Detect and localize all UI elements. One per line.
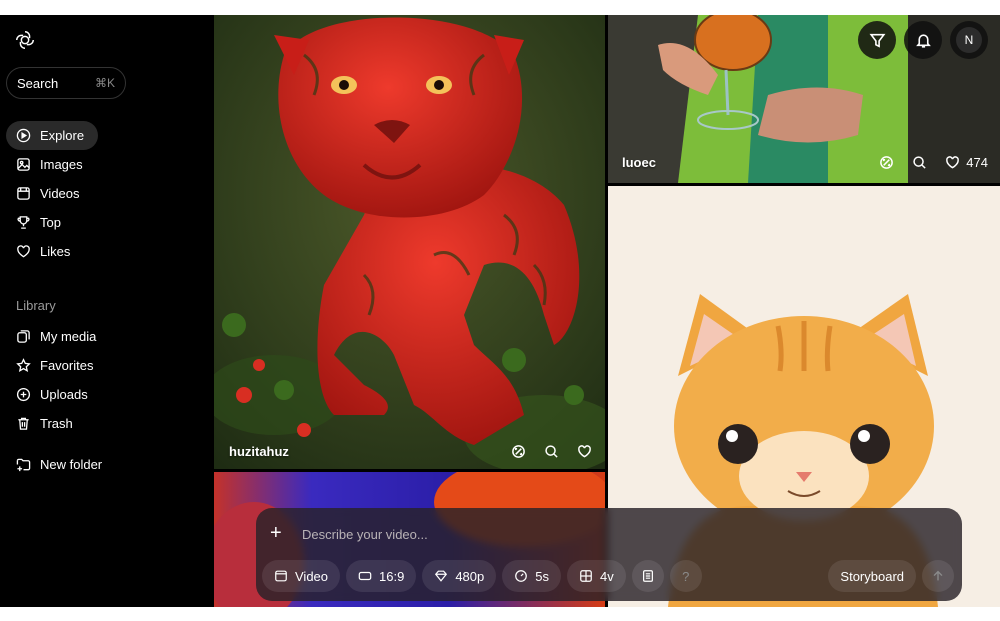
nav-label: Top xyxy=(40,215,61,230)
chip-label: 5s xyxy=(535,568,549,584)
document-icon xyxy=(642,570,653,582)
remix-icon[interactable] xyxy=(879,155,894,170)
nav-label: Explore xyxy=(40,128,85,143)
nav-item-trash[interactable]: Trash xyxy=(6,409,87,438)
gallery-tile-cocktail[interactable]: N luoec 474 xyxy=(608,15,1000,183)
nav-item-top[interactable]: Top xyxy=(6,208,75,237)
diamond-icon xyxy=(435,570,448,582)
nav-item-my-media[interactable]: My media xyxy=(6,322,110,351)
resolution-button[interactable]: 480p xyxy=(422,560,497,592)
variations-button[interactable]: 4v xyxy=(566,560,626,592)
library-nav: My media Favorites Uploads Trash xyxy=(6,322,206,438)
search-icon[interactable] xyxy=(544,444,559,459)
folder-nav: New folder xyxy=(6,450,206,479)
library-heading: Library xyxy=(16,298,56,313)
image-icon xyxy=(17,158,30,171)
arrow-up-icon xyxy=(933,570,943,581)
nav-label: Uploads xyxy=(40,387,88,402)
remix-icon[interactable] xyxy=(511,444,526,459)
logo-icon[interactable] xyxy=(14,29,36,51)
tiger-image xyxy=(214,15,605,469)
like-button[interactable]: 474 xyxy=(945,155,988,170)
nav-label: Trash xyxy=(40,416,73,431)
storyboard-button[interactable]: Storyboard xyxy=(828,560,916,592)
sidebar: Search ⌘K Explore Images Videos Top Like… xyxy=(0,15,214,607)
search-icon[interactable] xyxy=(912,155,927,170)
star-icon xyxy=(16,358,31,373)
nav-item-favorites[interactable]: Favorites xyxy=(6,351,107,380)
app-window: Search ⌘K Explore Images Videos Top Like… xyxy=(0,15,1000,607)
composer-options: Video 16:9 480p 5s 4v ? xyxy=(262,560,702,592)
search-shortcut: ⌘K xyxy=(94,76,115,90)
nav-label: New folder xyxy=(40,457,103,472)
aspect-icon xyxy=(358,571,372,581)
nav-label: Likes xyxy=(40,244,71,259)
presets-button[interactable] xyxy=(631,560,664,592)
prompt-composer: + Describe your video... Video 16:9 480p… xyxy=(256,508,962,601)
avatar-initial: N xyxy=(956,27,982,53)
nav-label: Favorites xyxy=(40,358,94,373)
bell-icon xyxy=(915,33,931,48)
nav-label: Videos xyxy=(40,186,80,201)
search-label: Search xyxy=(17,75,59,91)
folder-plus-icon xyxy=(16,458,31,472)
nav-label: Images xyxy=(40,157,83,172)
chip-label: 16:9 xyxy=(379,568,405,584)
chip-label: Video xyxy=(295,568,329,584)
tile-username[interactable]: huzitahuz xyxy=(229,444,289,459)
mode-video-button[interactable]: Video xyxy=(262,560,341,592)
plus-circle-icon xyxy=(16,387,31,402)
film-icon xyxy=(17,187,30,200)
tile-username[interactable]: luoec xyxy=(622,155,656,170)
nav-item-images[interactable]: Images xyxy=(6,150,97,179)
heart-icon xyxy=(946,156,960,169)
tile-actions xyxy=(511,444,592,459)
main-nav: Explore Images Videos Top Likes xyxy=(6,121,206,266)
play-icon xyxy=(16,128,31,143)
header-actions: N xyxy=(858,21,988,59)
nav-item-likes[interactable]: Likes xyxy=(6,237,84,266)
add-attachment-button[interactable]: + xyxy=(270,522,282,545)
filter-icon xyxy=(869,33,885,48)
trophy-icon xyxy=(17,216,30,229)
media-icon xyxy=(17,330,30,343)
nav-item-uploads[interactable]: Uploads xyxy=(6,380,102,409)
nav-item-videos[interactable]: Videos xyxy=(6,179,94,208)
submit-button[interactable] xyxy=(922,560,954,592)
nav-label: My media xyxy=(40,329,97,344)
like-count: 474 xyxy=(966,155,988,170)
video-icon xyxy=(275,570,287,582)
grid-icon xyxy=(580,570,592,582)
prompt-input[interactable]: Describe your video... xyxy=(302,527,428,542)
aspect-ratio-button[interactable]: 16:9 xyxy=(346,560,417,592)
nav-item-explore[interactable]: Explore xyxy=(6,121,99,150)
user-avatar-button[interactable]: N xyxy=(950,21,988,59)
chip-label: 480p xyxy=(455,568,485,584)
notifications-button[interactable] xyxy=(904,21,942,59)
tile-actions: 474 xyxy=(879,155,988,170)
heart-icon xyxy=(17,245,30,258)
filter-button[interactable] xyxy=(858,21,896,59)
trash-icon xyxy=(18,417,29,430)
search-button[interactable]: Search ⌘K xyxy=(6,67,126,99)
clock-icon xyxy=(515,570,528,582)
duration-button[interactable]: 5s xyxy=(502,560,561,592)
chip-label: 4v xyxy=(599,568,614,584)
help-button[interactable]: ? xyxy=(669,560,702,592)
heart-icon[interactable] xyxy=(577,444,592,459)
new-folder-button[interactable]: New folder xyxy=(6,450,116,479)
gallery-tile-tiger[interactable]: huzitahuz xyxy=(214,15,605,469)
